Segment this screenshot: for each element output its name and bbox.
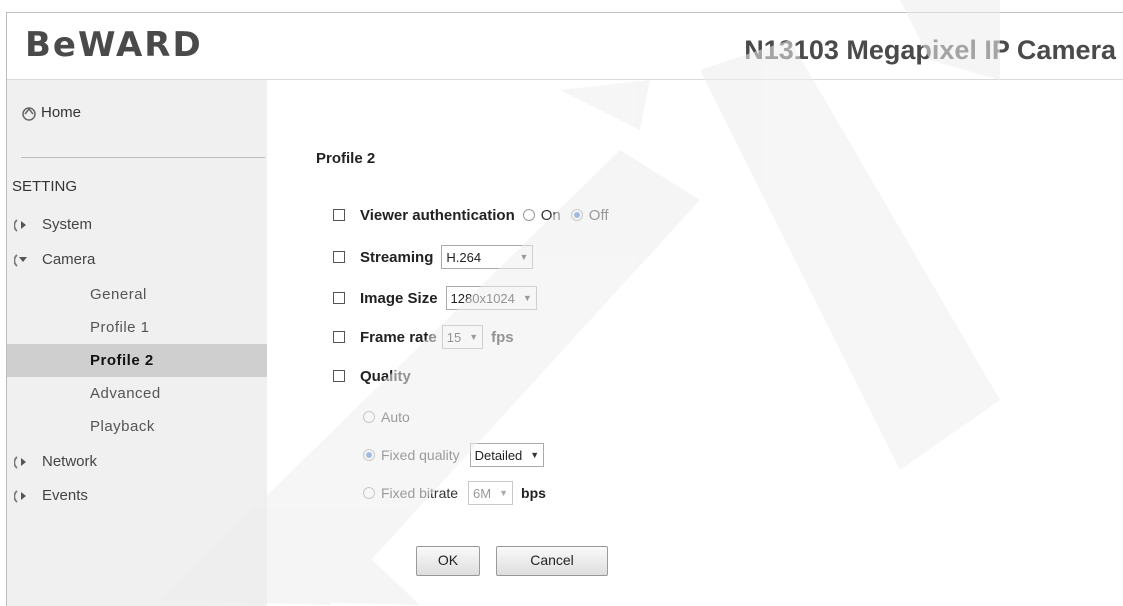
frame-rate-row: Frame rate 15 ▼ fps bbox=[333, 322, 514, 352]
sidebar-item-label: System bbox=[42, 216, 93, 233]
fixed-quality-value: Detailed bbox=[474, 447, 523, 463]
cancel-button[interactable]: Cancel bbox=[496, 546, 608, 576]
viewer-auth-row: Viewer authentication On Off bbox=[333, 200, 619, 230]
viewer-auth-off-radio[interactable] bbox=[570, 209, 583, 221]
fixed-bitrate-select[interactable]: 6M ▼ bbox=[468, 481, 514, 505]
quality-row: Quality bbox=[333, 361, 411, 391]
sidebar: Home SETTING System Camera General Profi… bbox=[7, 80, 267, 606]
sidebar-subitem-profile-1[interactable]: Profile 1 bbox=[7, 311, 267, 344]
streaming-value: H.264 bbox=[446, 249, 482, 265]
home-icon bbox=[22, 106, 36, 121]
setting-section-label: SETTING bbox=[12, 178, 78, 195]
quality-label: Quality bbox=[360, 367, 411, 385]
frame-rate-value: 15 bbox=[446, 329, 462, 345]
streaming-label: Streaming bbox=[360, 248, 434, 266]
streaming-select[interactable]: H.264 ▼ bbox=[441, 245, 534, 269]
home-link[interactable]: Home bbox=[21, 104, 81, 121]
viewer-auth-on-label: On bbox=[540, 206, 561, 224]
expand-arrow-icon bbox=[14, 489, 26, 503]
viewer-auth-checkbox[interactable] bbox=[333, 209, 345, 221]
fixed-quality-label: Fixed quality bbox=[381, 447, 460, 463]
expand-arrow-icon bbox=[14, 455, 26, 469]
sidebar-item-label: Network bbox=[42, 453, 98, 470]
viewer-auth-on-radio[interactable] bbox=[522, 209, 535, 221]
collapse-arrow-icon bbox=[14, 253, 27, 267]
sidebar-item-network[interactable]: Network bbox=[7, 445, 267, 478]
image-size-value: 1280x1024 bbox=[450, 290, 515, 306]
streaming-checkbox[interactable] bbox=[333, 251, 345, 263]
quality-checkbox[interactable] bbox=[333, 370, 345, 382]
sidebar-item-label: Camera bbox=[42, 251, 96, 268]
fixed-bitrate-value: 6M bbox=[473, 485, 492, 501]
sidebar-subitem-playback[interactable]: Playback bbox=[7, 410, 267, 443]
image-size-label: Image Size bbox=[360, 289, 438, 307]
chevron-down-icon: ▼ bbox=[530, 450, 540, 460]
fixed-quality-radio[interactable] bbox=[363, 449, 375, 461]
fixed-quality-select[interactable]: Detailed ▼ bbox=[469, 443, 545, 467]
sidebar-subitem-general[interactable]: General bbox=[7, 278, 267, 311]
image-size-select[interactable]: 1280x1024 ▼ bbox=[445, 286, 537, 310]
sidebar-divider bbox=[21, 157, 265, 158]
beward-logo: BeWARD bbox=[25, 25, 203, 65]
quality-auto-label: Auto bbox=[381, 409, 410, 425]
frame-rate-unit: fps bbox=[491, 328, 514, 346]
camera-web-page: BeWARD N13103 Megapixel IP Camera Home S… bbox=[6, 12, 1123, 606]
product-title: N13103 Megapixel IP Camera bbox=[744, 35, 1116, 65]
image-size-row: Image Size 1280x1024 ▼ bbox=[333, 283, 537, 313]
chevron-down-icon: ▼ bbox=[522, 293, 532, 303]
home-label: Home bbox=[41, 104, 82, 121]
sidebar-subitem-profile-2[interactable]: Profile 2 bbox=[7, 344, 267, 377]
image-size-checkbox[interactable] bbox=[333, 292, 345, 304]
sidebar-item-events[interactable]: Events bbox=[7, 479, 267, 512]
viewer-auth-label: Viewer authentication bbox=[360, 206, 515, 224]
quality-auto-row: Auto bbox=[363, 402, 420, 432]
chevron-down-icon: ▼ bbox=[469, 332, 479, 342]
fixed-quality-row: Fixed quality Detailed ▼ bbox=[363, 440, 545, 470]
sidebar-item-camera[interactable]: Camera bbox=[7, 243, 267, 276]
frame-rate-select[interactable]: 15 ▼ bbox=[441, 325, 484, 349]
frame-rate-checkbox[interactable] bbox=[333, 331, 345, 343]
quality-auto-radio[interactable] bbox=[363, 411, 375, 423]
sidebar-subitem-advanced[interactable]: Advanced bbox=[7, 377, 267, 410]
chevron-down-icon: ▼ bbox=[499, 488, 509, 498]
expand-arrow-icon bbox=[14, 218, 26, 232]
frame-rate-label: Frame rate bbox=[360, 328, 437, 346]
sidebar-item-system[interactable]: System bbox=[7, 208, 267, 241]
page-header: BeWARD N13103 Megapixel IP Camera bbox=[7, 13, 1123, 80]
page-title: Profile 2 bbox=[316, 150, 376, 167]
sidebar-item-label: Events bbox=[42, 487, 88, 504]
chevron-down-icon: ▼ bbox=[519, 252, 529, 262]
fixed-bitrate-label: Fixed bitrate bbox=[381, 485, 459, 501]
viewer-auth-off-label: Off bbox=[588, 206, 609, 224]
fixed-bitrate-unit: bps bbox=[521, 485, 546, 501]
fixed-bitrate-radio[interactable] bbox=[363, 487, 375, 499]
ok-button[interactable]: OK bbox=[416, 546, 480, 576]
streaming-row: Streaming H.264 ▼ bbox=[333, 242, 534, 272]
fixed-bitrate-row: Fixed bitrate 6M ▼ bps bbox=[363, 478, 546, 508]
